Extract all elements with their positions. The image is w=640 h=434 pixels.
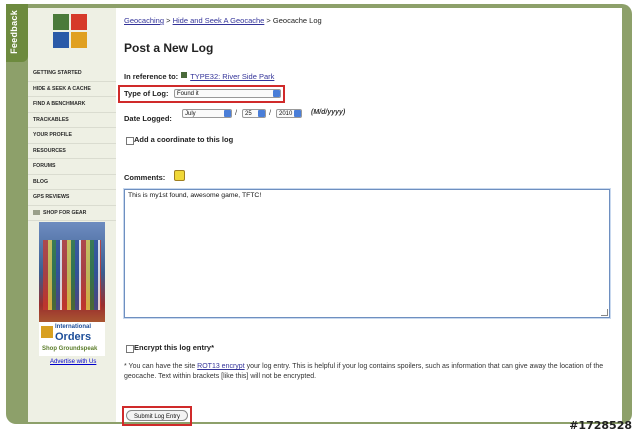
ad-line-3: Shop Groundspeak	[42, 346, 98, 352]
log-type-highlight: Type of Log: Found it	[118, 85, 285, 103]
geocaching-logo[interactable]	[53, 14, 89, 50]
sidebar-nav: GETTING STARTED HIDE & SEEK A CACHE FIND…	[28, 66, 116, 221]
log-type-label: Type of Log:	[124, 89, 169, 98]
watermark: #1728528	[569, 419, 632, 432]
smiley-icon[interactable]	[174, 170, 185, 181]
chevron-down-icon	[294, 110, 301, 117]
breadcrumb-separator: >	[164, 16, 173, 25]
ad-banner[interactable]: International Orders Shop Groundspeak	[39, 222, 105, 356]
reference-label: In reference to:	[124, 72, 179, 81]
day-select[interactable]: 25	[242, 109, 266, 118]
month-select[interactable]: July	[182, 109, 232, 118]
main-content: Geocaching > Hide and Seek A Geocache > …	[118, 8, 614, 426]
sidebar-item-profile[interactable]: YOUR PROFILE	[28, 128, 116, 144]
sidebar-item-hide-seek[interactable]: HIDE & SEEK A CACHE	[28, 82, 116, 97]
comments-textarea[interactable]: This is my1st found, awesome game, TFTC!	[124, 189, 610, 318]
year-select[interactable]: 2010	[276, 109, 302, 118]
date-logged-row: Date Logged:	[124, 108, 172, 126]
month-value: July	[185, 111, 196, 117]
date-separator: /	[235, 108, 238, 117]
reference-row: In reference to: TYPE32: River Side Park	[124, 66, 274, 84]
page: GETTING STARTED HIDE & SEEK A CACHE FIND…	[28, 8, 622, 426]
chevron-down-icon	[273, 90, 280, 97]
log-type-select[interactable]: Found it	[174, 89, 281, 98]
submit-highlight: Submit Log Entry	[122, 406, 192, 426]
feedback-tab-label: Feedback	[9, 10, 19, 54]
encrypt-note: * You can have the site ROT13 encrypt yo…	[124, 362, 608, 382]
date-separator: /	[269, 108, 272, 117]
ad-panel: International Orders Shop Groundspeak	[39, 322, 105, 356]
sidebar-item-resources[interactable]: RESOURCES	[28, 144, 116, 159]
sidebar-item-getting-started[interactable]: GETTING STARTED	[28, 66, 116, 82]
page-title: Post a New Log	[124, 41, 214, 55]
resize-handle-icon[interactable]	[601, 309, 608, 316]
sidebar-item-label: SHOP FOR GEAR	[43, 209, 87, 216]
breadcrumb-geocaching[interactable]: Geocaching	[124, 16, 164, 25]
ad-line-1: International	[55, 324, 92, 330]
day-value: 25	[245, 111, 252, 117]
date-logged-label: Date Logged:	[124, 114, 172, 123]
sidebar-item-shop[interactable]: SHOP FOR GEAR	[28, 206, 116, 221]
submit-log-button[interactable]: Submit Log Entry	[126, 410, 188, 421]
breadcrumb-current: Geocache Log	[272, 16, 322, 25]
log-type-value: Found it	[177, 91, 199, 97]
cache-type-icon	[181, 71, 188, 78]
encrypt-label: Encrypt this log entry*	[134, 343, 215, 352]
add-coordinate-label: Add a coordinate to this log	[134, 135, 234, 144]
sidebar-item-blog[interactable]: BLOG	[28, 175, 116, 190]
sidebar-item-trackables[interactable]: TRACKABLES	[28, 113, 116, 128]
comments-text: This is my1st found, awesome game, TFTC!	[128, 192, 262, 199]
groundspeak-icon	[41, 326, 53, 338]
year-value: 2010	[279, 111, 293, 117]
comments-label: Comments:	[124, 173, 166, 182]
chevron-down-icon	[258, 110, 265, 117]
encrypt-checkbox[interactable]	[126, 345, 134, 353]
chevron-down-icon	[224, 110, 231, 117]
encrypt-note-text: * You can have the site	[124, 363, 198, 370]
breadcrumb: Geocaching > Hide and Seek A Geocache > …	[124, 16, 322, 25]
window-frame: Feedback GETTING STARTED HIDE & SEEK A C…	[6, 4, 632, 426]
sidebar-item-benchmark[interactable]: FIND A BENCHMARK	[28, 97, 116, 113]
sidebar-item-forums[interactable]: FORUMS	[28, 159, 116, 175]
feedback-tab[interactable]: Feedback	[6, 4, 28, 62]
ad-line-2: Orders	[55, 331, 92, 343]
sidebar-item-gps-reviews[interactable]: GPS REVIEWS	[28, 190, 116, 206]
date-format-hint: (M/d/yyyy)	[311, 109, 346, 116]
breadcrumb-hide-seek[interactable]: Hide and Seek A Geocache	[173, 16, 265, 25]
cache-link[interactable]: TYPE32: River Side Park	[190, 72, 274, 81]
flags-image	[43, 240, 101, 310]
cart-icon	[33, 209, 40, 215]
breadcrumb-separator: >	[264, 16, 273, 25]
sidebar: GETTING STARTED HIDE & SEEK A CACHE FIND…	[28, 8, 116, 422]
add-coordinate-checkbox[interactable]	[126, 137, 134, 145]
advertise-link[interactable]: Advertise with Us	[50, 359, 96, 365]
rot13-link[interactable]: ROT13 encrypt	[197, 363, 244, 370]
